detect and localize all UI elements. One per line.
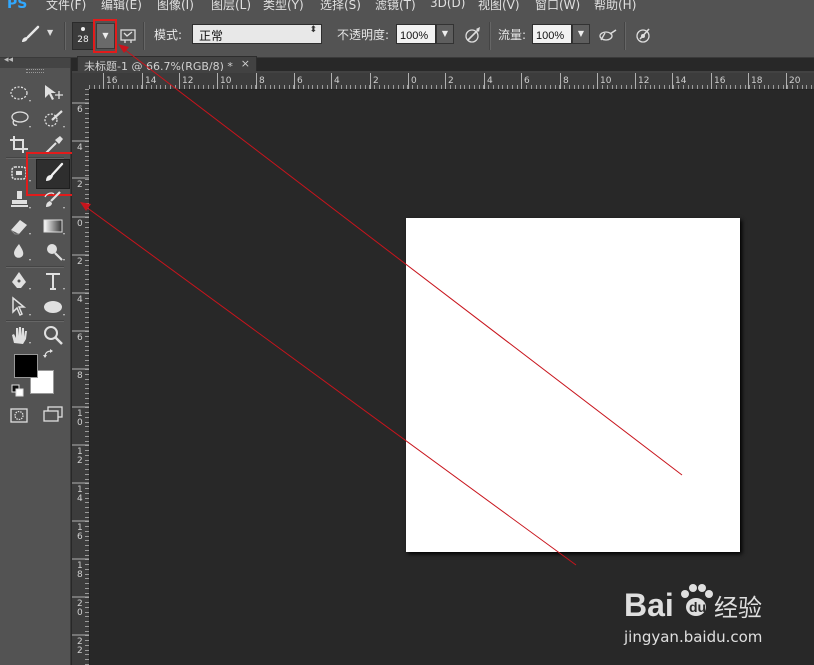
watermark-url: jingyan.baidu.com	[623, 628, 762, 646]
foreground-color-swatch[interactable]	[14, 354, 38, 378]
annotation-arrows	[80, 44, 683, 566]
baidu-jingyan-watermark: Bai du 经验 jingyan.baidu.com	[623, 584, 762, 646]
watermark-brand-a: Bai	[624, 587, 674, 623]
watermark-brand-b: du	[689, 599, 706, 615]
watermark-brand-cn: 经验	[714, 594, 762, 622]
